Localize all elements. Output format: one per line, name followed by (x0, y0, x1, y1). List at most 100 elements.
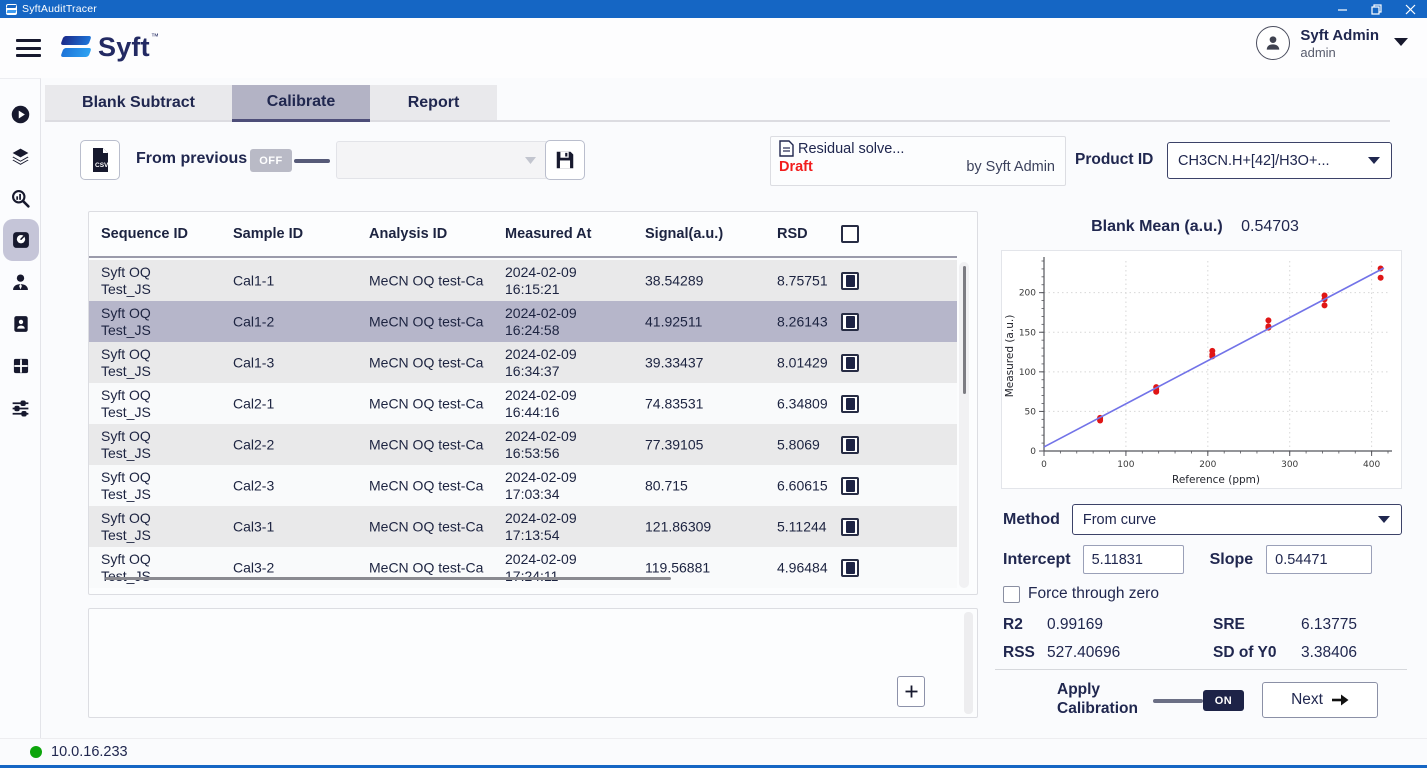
previous-calibration-select[interactable] (336, 141, 548, 179)
minimize-icon[interactable] (1325, 0, 1359, 18)
save-button[interactable] (545, 140, 585, 180)
table-row[interactable]: Syft OQ Test_JSCal1-3MeCN OQ test-Ca2024… (89, 342, 957, 383)
caret-down-icon (1367, 156, 1381, 165)
brand-name: Syft (98, 32, 150, 62)
blank-mean-value: 0.54703 (1241, 218, 1299, 235)
sidebar-item-search-analytics[interactable] (0, 177, 41, 219)
residual-title: Residual solve... (798, 141, 904, 157)
connection-status-icon (30, 746, 42, 758)
restore-icon[interactable] (1359, 0, 1393, 18)
table-row[interactable]: Syft OQ Test_JSCal2-2MeCN OQ test-Ca2024… (89, 424, 957, 465)
table-cell: 2024-02-0916:53:56 (505, 428, 600, 462)
table-cell: MeCN OQ test-Ca (369, 518, 483, 535)
table-cell: Syft OQ Test_JS (101, 346, 186, 380)
toggle-track (1153, 699, 1203, 703)
add-button[interactable] (897, 676, 925, 707)
row-checkbox[interactable] (841, 354, 859, 372)
row-checkbox[interactable] (841, 477, 859, 495)
from-previous-toggle[interactable]: OFF (250, 149, 330, 172)
table-horizontal-scrollbar[interactable] (105, 577, 671, 580)
table-cell: Syft OQ Test_JS (101, 510, 186, 544)
col-measured-at: Measured At (505, 226, 591, 242)
table-cell: Cal1-1 (233, 272, 274, 289)
table-cell: 4.96484 (777, 559, 828, 576)
window-title: SyftAuditTracer (22, 3, 97, 15)
close-icon[interactable] (1393, 0, 1427, 18)
table-cell: 39.33437 (645, 354, 703, 371)
chevron-down-icon (524, 156, 537, 165)
sidebar-item-contact-badge[interactable] (0, 303, 41, 345)
table-cell: MeCN OQ test-Ca (369, 477, 483, 494)
status-badge: Draft (779, 159, 813, 175)
apply-calibration-toggle[interactable]: ON (1153, 690, 1244, 711)
tab-blank-subtract[interactable]: Blank Subtract (45, 85, 232, 120)
table-row[interactable]: Syft OQ Test_JSCal2-3MeCN OQ test-Ca2024… (89, 465, 957, 506)
method-select[interactable]: From curve (1072, 504, 1402, 535)
row-checkbox[interactable] (841, 313, 859, 331)
residual-info-box[interactable]: Residual solve... Draft by Syft Admin (770, 136, 1066, 186)
title-bar: SyftAuditTracer (0, 0, 1427, 18)
sidebar-item-calibrate[interactable] (0, 219, 41, 261)
row-checkbox[interactable] (841, 395, 859, 413)
row-checkbox[interactable] (841, 559, 859, 577)
table-row[interactable]: Syft OQ Test_JSCal1-2MeCN OQ test-Ca2024… (89, 301, 957, 342)
row-checkbox[interactable] (841, 518, 859, 536)
table-row[interactable]: Syft OQ Test_JSCal3-2MeCN OQ test-Ca2024… (89, 547, 957, 588)
slope-field[interactable] (1266, 545, 1372, 574)
r2-value: 0.99169 (1047, 616, 1103, 634)
sre-value: 6.13775 (1301, 616, 1357, 634)
table-vertical-scrollbar[interactable] (959, 262, 969, 588)
notes-scrollbar[interactable] (964, 612, 973, 714)
rss-label: RSS (1003, 644, 1035, 662)
menu-icon[interactable] (16, 39, 41, 57)
product-id-select[interactable]: CH3CN.H+[42]/H3O+... (1167, 142, 1392, 179)
select-all-checkbox[interactable] (841, 225, 859, 243)
table-body: Syft OQ Test_JS Cal1-1 MeCN OQ test-Ca 2024… (89, 260, 957, 588)
blank-mean-label: Blank Mean (a.u.) (1091, 218, 1223, 235)
table-cell: Syft OQ Test_JS (101, 305, 186, 339)
notes-panel (88, 608, 978, 718)
r2-label: R2 (1003, 616, 1023, 634)
force-through-zero-checkbox[interactable] (1003, 586, 1020, 603)
tab-calibrate[interactable]: Calibrate (232, 85, 370, 122)
row-checkbox[interactable] (841, 436, 859, 454)
export-csv-button[interactable]: CSV (80, 140, 120, 180)
table-row[interactable]: Syft OQ Test_JSCal3-1MeCN OQ test-Ca2024… (89, 506, 957, 547)
sidebar-item-play[interactable] (0, 93, 41, 135)
next-button[interactable]: Next (1262, 682, 1378, 718)
user-menu[interactable]: Syft Admin admin (1256, 26, 1409, 60)
sidebar-item-table-grid[interactable] (0, 345, 41, 387)
table-cell: 2024-02-0916:24:58 (505, 305, 600, 339)
force-through-zero-row[interactable]: Force through zero (1003, 585, 1159, 603)
intercept-field[interactable] (1083, 545, 1184, 574)
force-through-zero-label: Force through zero (1028, 585, 1159, 603)
tab-report[interactable]: Report (370, 85, 497, 120)
status-bar: 10.0.16.233 (0, 738, 1427, 765)
table-cell: 121.86309 (645, 518, 711, 535)
table-cell: 5.8069 (777, 436, 820, 453)
row-checkbox[interactable] (841, 272, 859, 290)
user-role: admin (1300, 45, 1379, 60)
calibration-panel: Blank Mean (a.u.) 0.54703 01002003004000… (995, 210, 1410, 720)
col-signal: Signal(a.u.) (645, 226, 723, 242)
svg-text:100: 100 (1019, 368, 1036, 378)
table-cell: Cal2-3 (233, 477, 274, 494)
svg-text:Measured (a.u.): Measured (a.u.) (1004, 315, 1016, 398)
svg-text:100: 100 (1117, 460, 1134, 470)
table-row[interactable]: Syft OQ Test_JSCal1-1MeCN OQ test-Ca2024… (89, 260, 957, 301)
product-id-label: Product ID (1075, 151, 1153, 169)
method-label: Method (1003, 511, 1060, 529)
sidebar-item-tune-settings[interactable] (0, 387, 41, 429)
calibration-chart: 0100200300400050100150200Reference (ppm)… (1002, 251, 1401, 488)
toggle-off-pill: OFF (250, 149, 292, 172)
scrollbar-thumb[interactable] (963, 266, 966, 394)
syft-logo: Syft ™ (62, 32, 159, 62)
sidebar-item-layers[interactable] (0, 135, 41, 177)
sidebar-item-user-admin[interactable] (0, 261, 41, 303)
table-header: Sequence ID Sample ID Analysis ID Measur… (89, 212, 957, 258)
table-cell: MeCN OQ test-Ca (369, 436, 483, 453)
table-row[interactable]: Syft OQ Test_JSCal2-1MeCN OQ test-Ca2024… (89, 383, 957, 424)
table-cell: 2024-02-0916:44:16 (505, 387, 600, 421)
table-cell: MeCN OQ test-Ca (369, 395, 483, 412)
table-cell: Syft OQ Test_JS (101, 469, 186, 503)
